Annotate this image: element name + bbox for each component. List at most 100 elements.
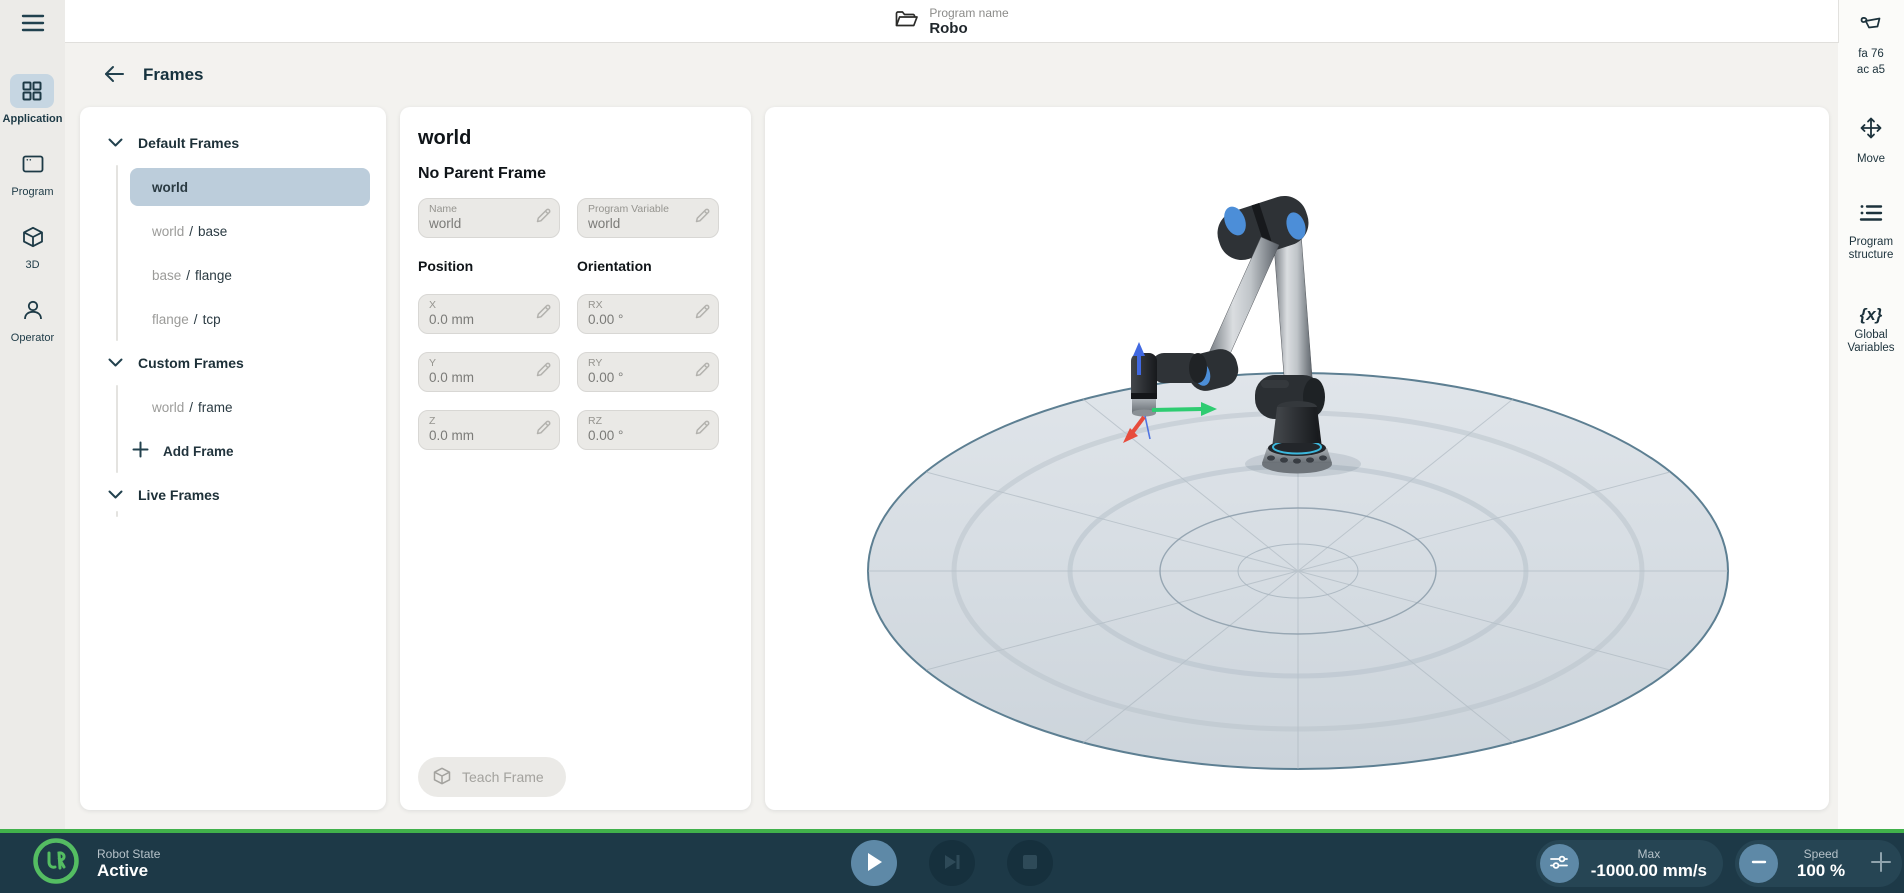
tree-item-sep: / <box>186 268 190 283</box>
chevron-down-icon <box>108 134 123 152</box>
app-root: Application Program 3D Operator <box>0 0 1904 893</box>
speed-percentage-pill: Speed 100 % <box>1735 840 1902 887</box>
position-z-field[interactable]: Z 0.0 mm <box>418 410 560 450</box>
field-label: Name <box>429 203 533 216</box>
sidebar-item-3d[interactable]: 3D <box>11 220 55 271</box>
edit-pencil-icon[interactable] <box>694 419 711 441</box>
frame-detail-title: world <box>418 127 733 150</box>
add-frame-label: Add Frame <box>163 444 234 459</box>
rail-item-label: Global Variables <box>1840 329 1902 355</box>
field-value: world <box>588 216 692 232</box>
back-button[interactable] <box>100 61 128 89</box>
speed-label: Speed <box>1804 847 1839 861</box>
add-frame-button[interactable]: Add Frame <box>80 429 386 473</box>
step-button[interactable] <box>929 840 975 886</box>
field-label: Y <box>429 357 533 370</box>
transport-controls <box>851 840 1053 886</box>
speed-decrease-button[interactable] <box>1739 844 1778 883</box>
tree-group-label: Live Frames <box>138 487 220 503</box>
safety-checksum[interactable]: fa 76 ac a5 <box>1857 12 1885 77</box>
folder-icon <box>894 8 918 35</box>
page-title: Frames <box>143 65 203 85</box>
field-value: 0.00 ° <box>588 312 692 328</box>
name-field[interactable]: Name world <box>418 198 560 238</box>
global-variables-icon: {x} <box>1860 308 1883 321</box>
menu-icon <box>21 13 45 36</box>
topbar: Program name Robo <box>65 0 1838 43</box>
checksum-line-2: ac a5 <box>1857 64 1885 77</box>
page-header: Frames <box>65 43 1838 107</box>
edit-pencil-icon[interactable] <box>694 361 711 383</box>
tune-icon <box>1549 853 1569 874</box>
tree-group-label: Custom Frames <box>138 355 244 371</box>
speed-value: 100 % <box>1797 861 1845 880</box>
orientation-ry-field[interactable]: RY 0.00 ° <box>577 352 719 392</box>
rail-item-global-variables[interactable]: {x} Global Variables <box>1840 308 1902 355</box>
position-section-title: Position <box>418 258 560 276</box>
tree-group-default-frames[interactable]: Default Frames <box>80 121 386 165</box>
chevron-down-icon <box>108 486 123 504</box>
speed-controls: Max -1000.00 mm/s Speed 100 % <box>1536 840 1904 887</box>
field-value: world <box>429 216 533 232</box>
tree-item-sep: / <box>194 312 198 327</box>
tree-indent-guide <box>116 511 118 517</box>
sidebar-item-application[interactable]: Application <box>3 74 63 125</box>
edit-pencil-icon[interactable] <box>535 361 552 383</box>
stop-icon <box>1022 854 1038 873</box>
play-icon <box>864 851 884 876</box>
field-label: RY <box>588 357 692 370</box>
program-name-chip[interactable]: Program name Robo <box>894 6 1008 37</box>
tree-item-parent: world <box>152 224 184 239</box>
tree-item-tcp[interactable]: flange / tcp <box>80 297 386 341</box>
rail-item-program-structure[interactable]: Program structure <box>1840 202 1902 262</box>
tree-item-sep: / <box>189 224 193 239</box>
safety-checksum-icon <box>1857 12 1885 41</box>
field-value: 0.0 mm <box>429 370 533 386</box>
max-speed-pill: Max -1000.00 mm/s <box>1536 840 1723 887</box>
orientation-rx-field[interactable]: RX 0.00 ° <box>577 294 719 334</box>
field-label: Z <box>429 415 533 428</box>
orientation-rz-field[interactable]: RZ 0.00 ° <box>577 410 719 450</box>
position-x-field[interactable]: X 0.0 mm <box>418 294 560 334</box>
3d-viewport[interactable] <box>765 107 1829 810</box>
tree-group-live-frames[interactable]: Live Frames <box>80 473 386 517</box>
teach-frame-button[interactable]: Teach Frame <box>418 757 566 797</box>
main-row: Application Program 3D Operator <box>0 0 1904 829</box>
play-button[interactable] <box>851 840 897 886</box>
tree-item-world[interactable]: world <box>80 165 386 209</box>
tree-item-name: flange <box>195 268 232 283</box>
edit-pencil-icon[interactable] <box>694 303 711 325</box>
edit-pencil-icon[interactable] <box>535 419 552 441</box>
add-plus-icon <box>132 441 149 461</box>
back-arrow-icon <box>102 64 126 87</box>
menu-button[interactable] <box>13 8 53 40</box>
max-speed-texts: Max -1000.00 mm/s <box>1591 847 1707 880</box>
field-label: Program Variable <box>588 203 692 216</box>
sidebar-item-label: Application <box>3 113 63 125</box>
program-variable-field[interactable]: Program Variable world <box>577 198 719 238</box>
edit-pencil-icon[interactable] <box>535 303 552 325</box>
apps-grid-icon <box>10 74 54 108</box>
workspace: Frames Default Frames <box>65 43 1838 829</box>
speed-increase-button[interactable] <box>1864 843 1898 883</box>
teach-frame-label: Teach Frame <box>462 769 544 785</box>
tree-item-frame[interactable]: world / frame <box>80 385 386 429</box>
speed-settings-button[interactable] <box>1540 844 1579 883</box>
tree-item-base[interactable]: world / base <box>80 209 386 253</box>
rail-item-label: Program structure <box>1840 236 1902 262</box>
robot-state-group[interactable]: Robot State Active <box>32 837 160 890</box>
edit-pencil-icon[interactable] <box>694 207 711 229</box>
ur-logo <box>32 837 80 890</box>
stop-button[interactable] <box>1007 840 1053 886</box>
position-y-field[interactable]: Y 0.0 mm <box>418 352 560 392</box>
field-value: 0.00 ° <box>588 428 692 444</box>
field-value: 0.00 ° <box>588 370 692 386</box>
field-label: RX <box>588 299 692 312</box>
tree-group-custom-frames[interactable]: Custom Frames <box>80 341 386 385</box>
sidebar-item-operator[interactable]: Operator <box>11 293 55 344</box>
tree-item-flange[interactable]: base / flange <box>80 253 386 297</box>
sidebar-item-program[interactable]: Program <box>11 147 55 198</box>
rail-item-move[interactable]: Move <box>1840 115 1902 166</box>
3d-scene <box>765 107 1829 810</box>
edit-pencil-icon[interactable] <box>535 207 552 229</box>
